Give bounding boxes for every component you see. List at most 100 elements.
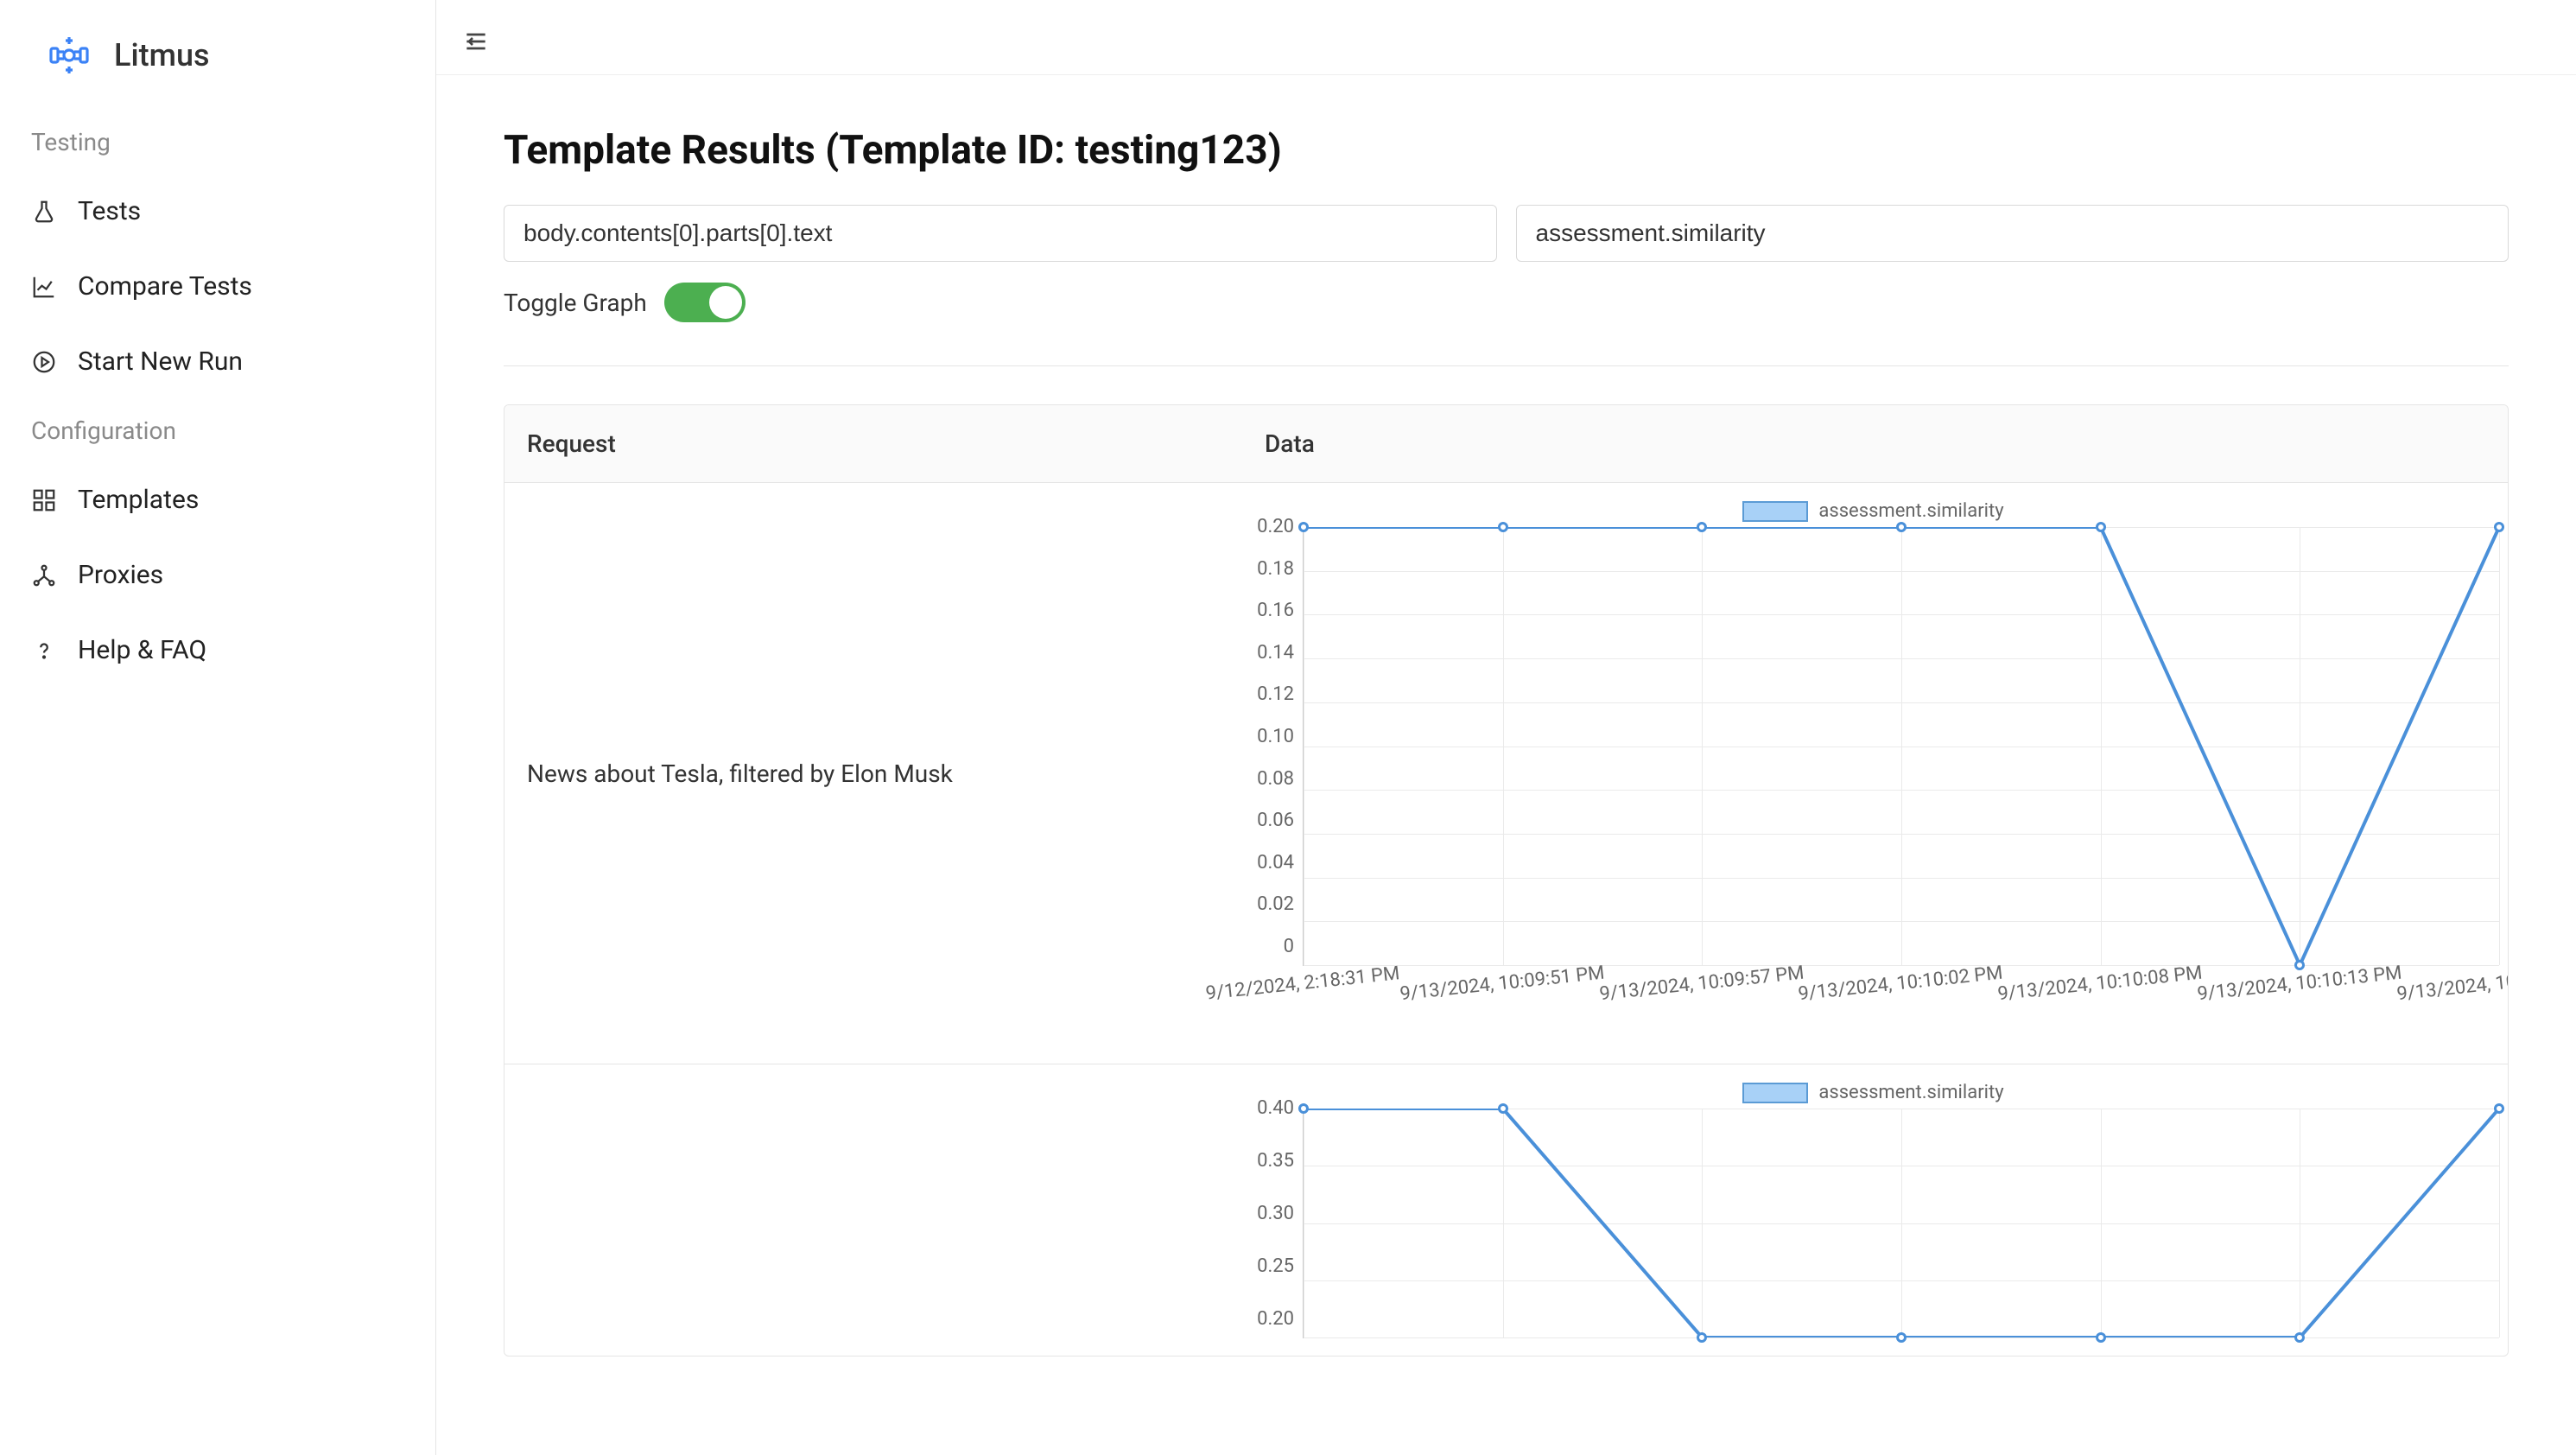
x-tick: 9/12/2024, 2:18:31 PM [1302,973,1304,994]
th-data: Data [1242,405,2508,482]
sidebar-item-label: Templates [78,485,199,515]
toggle-graph-switch[interactable] [664,283,746,322]
toggle-label: Toggle Graph [504,289,647,317]
topbar [436,0,2576,75]
y-tick: 0 [1247,937,1294,956]
y-axis: 0.200.180.160.140.120.100.080.060.040.02… [1247,527,1303,966]
line-chart-icon [31,274,57,300]
data-point[interactable] [2096,1332,2106,1343]
cell-data: assessment.similarity 0.20 0.18 0.16 0.14 0.1… [1242,483,2508,1064]
y-tick: 0.20 [1247,1310,1294,1329]
data-point[interactable] [2294,1332,2305,1343]
sidebar-item-label: Tests [78,196,141,226]
sidebar-item-templates[interactable]: Templates [0,462,435,537]
chart-legend: assessment.similarity [1247,1082,2499,1103]
sidebar-item-label: Start New Run [78,346,243,377]
sidebar-item-start-new-run[interactable]: Start New Run [0,324,435,399]
y-tick: 0.06 [1247,811,1294,830]
sidebar-item-proxies[interactable]: Proxies [0,537,435,613]
section-label-testing: Testing [0,111,435,174]
logo[interactable]: Litmus [0,26,435,111]
data-point[interactable] [1498,1103,1508,1114]
results-table: Request Data News about Tesla, filtered … [504,404,2509,1357]
switch-knob [709,286,742,319]
table-row: assessment.similarity 0.40 0.35 0.30 0.25 0.2… [504,1064,2508,1356]
sidebar-item-label: Proxies [78,560,163,590]
data-point[interactable] [2494,1103,2504,1114]
series-svg [1304,1109,2499,1337]
y-tick: 0.20 [1247,518,1294,537]
data-point[interactable] [1896,522,1907,532]
y-tick: 0.18 [1247,560,1294,579]
y-tick: 0.16 [1247,601,1294,620]
data-point[interactable] [1298,522,1309,532]
series-svg [1304,527,2499,965]
table-body: News about Tesla, filtered by Elon Muska… [504,483,2508,1356]
request-path-input[interactable] [504,205,1497,262]
data-point[interactable] [1697,1332,1707,1343]
y-tick: 0.04 [1247,854,1294,873]
data-point[interactable] [1498,522,1508,532]
y-tick: 0.10 [1247,728,1294,747]
main: Template Results (Template ID: testing12… [436,0,2576,1455]
sidebar-item-tests[interactable]: Tests [0,174,435,249]
chart: assessment.similarity 0.40 0.35 0.30 0.25 0.2… [1247,1082,2499,1338]
x-axis: 9/12/2024, 2:18:31 PM 9/13/2024, 10:09:51… [1303,973,2499,994]
cell-request [504,1064,1242,1356]
cell-request: News about Tesla, filtered by Elon Musk [504,483,1242,1064]
y-axis: 0.400.350.300.250.20 [1247,1109,1303,1338]
data-point[interactable] [2294,960,2305,970]
plot-area [1303,527,2499,966]
grid-icon [31,487,57,513]
question-icon [31,638,57,664]
sidebar-item-compare-tests[interactable]: Compare Tests [0,249,435,324]
cell-data: assessment.similarity 0.40 0.35 0.30 0.25 0.2… [1242,1064,2508,1356]
table-row: News about Tesla, filtered by Elon Muska… [504,483,2508,1064]
legend-label: assessment.similarity [1818,1082,2003,1103]
metric-path-input[interactable] [1516,205,2509,262]
y-tick: 0.02 [1247,895,1294,914]
page-title: Template Results (Template ID: testing12… [504,127,2509,174]
legend-swatch [1742,501,1808,522]
plot-area [1303,1109,2499,1338]
network-icon [31,562,57,588]
y-tick: 0.14 [1247,644,1294,663]
litmus-logo-icon [48,35,90,76]
collapse-sidebar-icon[interactable] [462,28,490,55]
chart: assessment.similarity 0.20 0.18 0.16 0.14 0.1… [1247,500,2499,1046]
x-tick: 9/13/2024, 10:10:02 PM [1900,973,1902,994]
x-tick: 9/13/2024, 10:10:08 PM [2099,973,2102,994]
data-point[interactable] [2494,522,2504,532]
y-tick: 0.35 [1247,1152,1294,1171]
sidebar-item-label: Compare Tests [78,271,252,302]
y-tick: 0.08 [1247,770,1294,789]
y-tick: 0.12 [1247,685,1294,704]
table-header: Request Data [504,405,2508,483]
data-point[interactable] [2096,522,2106,532]
logo-text: Litmus [114,37,210,73]
filter-row [504,205,2509,262]
sidebar-section-configuration: Configuration Templates Proxies Help & F… [0,399,435,688]
data-point[interactable] [1896,1332,1907,1343]
content: Template Results (Template ID: testing12… [436,75,2576,1357]
sidebar: Litmus Testing Tests Compare Tests Start… [0,0,436,1455]
chart-legend: assessment.similarity [1247,500,2499,522]
legend-label: assessment.similarity [1818,500,2003,522]
section-label-configuration: Configuration [0,399,435,462]
sidebar-item-help-faq[interactable]: Help & FAQ [0,613,435,688]
th-request: Request [504,405,1242,482]
y-tick: 0.30 [1247,1204,1294,1223]
data-point[interactable] [1298,1103,1309,1114]
x-tick: 9/13/2024, 10:09:51 PM [1501,973,1504,994]
toggle-row: Toggle Graph [504,283,2509,322]
sidebar-item-label: Help & FAQ [78,635,206,665]
play-circle-icon [31,349,57,375]
divider [504,365,2509,366]
x-tick: 9/13/2024, 10:09:57 PM [1700,973,1703,994]
flask-icon [31,199,57,225]
x-tick: 9/13/2024, 10:10:41 PM [2498,973,2501,994]
legend-swatch [1742,1083,1808,1103]
y-tick: 0.40 [1247,1099,1294,1118]
sidebar-section-testing: Testing Tests Compare Tests Start New Ru… [0,111,435,399]
y-tick: 0.25 [1247,1257,1294,1276]
